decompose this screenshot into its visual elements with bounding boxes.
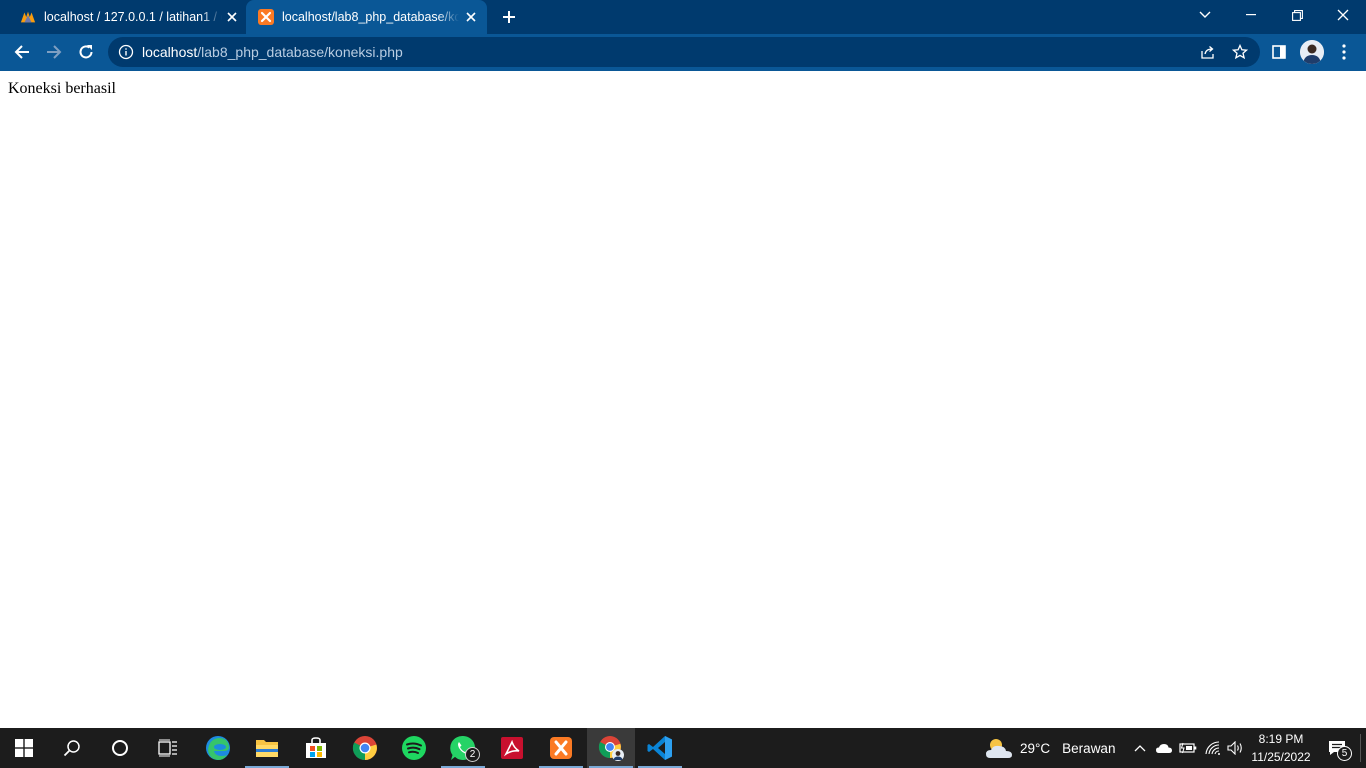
reload-button[interactable]: [71, 37, 101, 67]
side-panel-button[interactable]: [1267, 40, 1291, 64]
taskbar-chrome-profile[interactable]: [587, 728, 635, 768]
chrome-profile-icon: [598, 736, 624, 761]
onedrive-button[interactable]: [1152, 728, 1176, 768]
xampp-icon: [550, 737, 572, 759]
tab-search-button[interactable]: [1182, 0, 1228, 30]
close-window-button[interactable]: [1320, 0, 1366, 30]
cortana-icon: [112, 740, 128, 756]
taskbar-spotify[interactable]: [390, 728, 438, 768]
address-bar[interactable]: localhost/lab8_php_database/koneksi.php: [108, 37, 1260, 67]
file-explorer-icon: [256, 740, 278, 757]
microsoft-store-icon: [306, 737, 326, 758]
url-text[interactable]: localhost/lab8_php_database/koneksi.php: [142, 37, 403, 67]
xampp-icon: [258, 9, 274, 25]
onedrive-icon: [1156, 744, 1172, 753]
tab-title: localhost / 127.0.0.1 / latihan1 / d: [44, 10, 222, 24]
acrobat-icon: [501, 737, 523, 759]
wifi-button[interactable]: [1201, 728, 1225, 768]
tab-strip: localhost / 127.0.0.1 / latihan1 / d loc…: [0, 0, 1366, 34]
weather-temperature: 29°C: [1020, 740, 1051, 756]
restore-button[interactable]: [1274, 0, 1320, 30]
avatar-icon: [1300, 40, 1324, 64]
connection-status-text: Koneksi berhasil: [8, 80, 116, 97]
chevron-up-icon: [1134, 745, 1146, 752]
battery-button[interactable]: [1176, 728, 1200, 768]
start-button[interactable]: [0, 728, 48, 768]
plus-icon: [503, 11, 515, 23]
url-host: localhost: [142, 44, 198, 60]
task-view-button[interactable]: [144, 728, 192, 768]
taskbar-search-button[interactable]: [48, 728, 96, 768]
windows-icon: [15, 739, 33, 757]
show-hidden-icons-button[interactable]: [1128, 728, 1152, 768]
edge-icon: [206, 736, 230, 760]
new-tab-button[interactable]: [497, 5, 521, 29]
taskbar-clock[interactable]: 8:19 PM 11/25/2022: [1244, 730, 1318, 766]
taskbar-xampp[interactable]: [537, 728, 585, 768]
clock-time: 8:19 PM: [1258, 732, 1304, 746]
taskbar-microsoft-store[interactable]: [292, 728, 340, 768]
windows-taskbar: 2 29°C Berawan 8:19 PM 11/25/2022 5: [0, 728, 1366, 768]
side-panel-icon: [1272, 45, 1286, 59]
back-button[interactable]: [7, 37, 37, 67]
whatsapp-badge: 2: [465, 747, 480, 762]
clock-date: 11/25/2022: [1251, 750, 1311, 764]
weather-widget[interactable]: 29°C Berawan: [984, 728, 1115, 768]
profile-avatar[interactable]: [1300, 40, 1324, 64]
taskbar-file-explorer[interactable]: [243, 728, 291, 768]
search-icon: [63, 740, 80, 757]
close-icon: [1337, 9, 1349, 21]
share-button[interactable]: [1198, 42, 1218, 62]
taskbar-whatsapp[interactable]: 2: [439, 728, 487, 768]
notification-count: 5: [1337, 746, 1352, 761]
tab-koneksi[interactable]: localhost/lab8_php_database/koneksi.php: [246, 0, 487, 34]
forward-button[interactable]: [39, 37, 69, 67]
browser-toolbar: localhost/lab8_php_database/koneksi.php: [0, 34, 1366, 71]
partly-cloudy-icon: [986, 739, 1012, 758]
spotify-icon: [402, 736, 426, 760]
arrow-left-icon: [14, 45, 29, 59]
close-tab-icon[interactable]: [463, 9, 479, 25]
browser-window-chrome: localhost / 127.0.0.1 / latihan1 / d loc…: [0, 0, 1366, 71]
action-center-button[interactable]: 5: [1320, 728, 1354, 768]
info-icon[interactable]: [118, 44, 134, 60]
close-tab-icon[interactable]: [224, 9, 240, 25]
taskbar-chrome[interactable]: [341, 728, 389, 768]
tab-phpmyadmin[interactable]: localhost / 127.0.0.1 / latihan1 / d: [0, 0, 246, 34]
tab-title: localhost/lab8_php_database/koneksi.php: [282, 10, 459, 24]
restore-icon: [1291, 9, 1303, 21]
minimize-icon: [1246, 14, 1256, 16]
show-desktop-button[interactable]: [1360, 734, 1361, 762]
minimize-button[interactable]: [1228, 0, 1274, 30]
weather-condition: Berawan: [1062, 740, 1116, 756]
wifi-icon: [1205, 741, 1220, 755]
more-vertical-icon: [1342, 44, 1346, 60]
browser-menu-button[interactable]: [1332, 40, 1356, 64]
cortana-button[interactable]: [96, 728, 144, 768]
vscode-icon: [647, 736, 672, 760]
task-view-icon: [158, 739, 177, 757]
url-path: /lab8_php_database/koneksi.php: [197, 44, 403, 60]
taskbar-vscode[interactable]: [636, 728, 684, 768]
battery-icon: [1179, 742, 1197, 754]
taskbar-edge[interactable]: [194, 728, 242, 768]
share-icon: [1201, 46, 1214, 59]
phpmyadmin-icon: [20, 9, 36, 25]
volume-icon: [1227, 741, 1242, 755]
star-icon: [1232, 44, 1248, 60]
chrome-icon: [352, 736, 377, 761]
arrow-right-icon: [47, 45, 62, 59]
page-viewport: Koneksi berhasil: [0, 71, 1366, 728]
taskbar-acrobat[interactable]: [488, 728, 536, 768]
bookmark-button[interactable]: [1230, 42, 1250, 62]
chevron-down-icon: [1199, 11, 1211, 18]
reload-icon: [79, 45, 93, 59]
